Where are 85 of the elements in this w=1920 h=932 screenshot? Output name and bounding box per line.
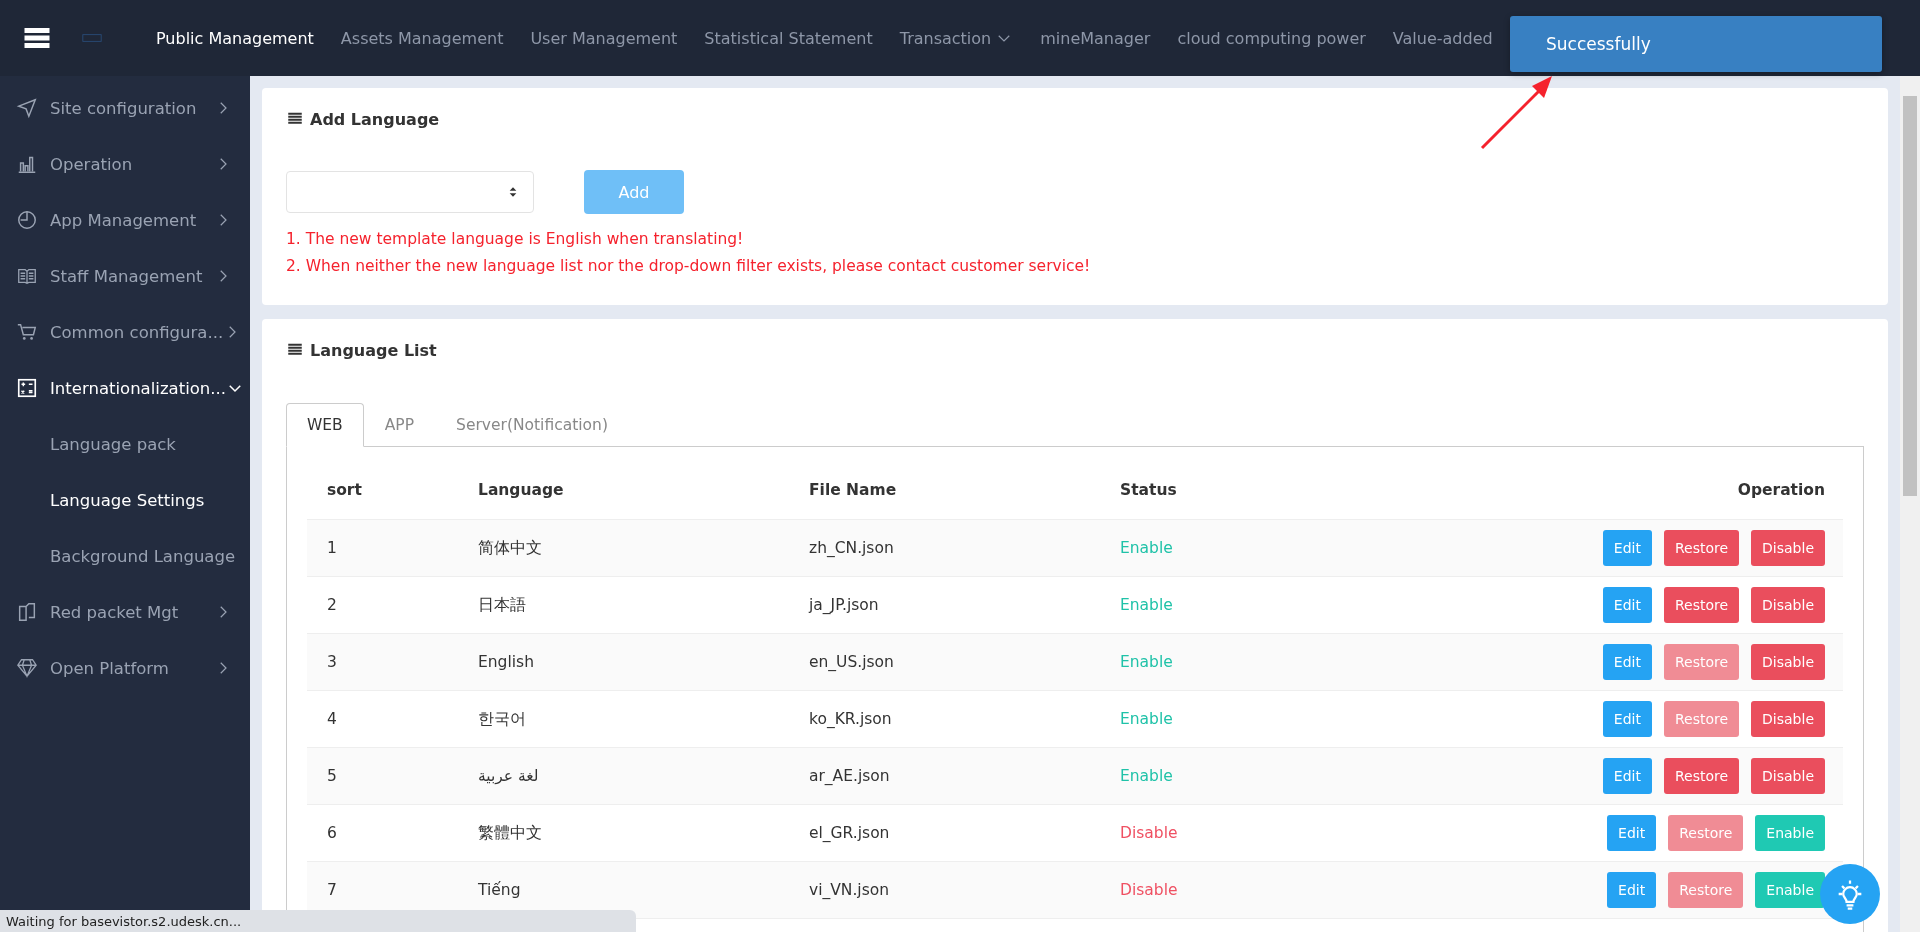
edit-button[interactable]: Edit xyxy=(1602,587,1652,623)
column-header: Operation xyxy=(1272,461,1843,520)
table-cell: English xyxy=(458,633,789,691)
table-cell: 4 xyxy=(307,690,458,748)
enable-button[interactable]: Enable xyxy=(1755,815,1825,851)
warning-note: 1. The new template language is English when translating! xyxy=(286,230,745,248)
add-button[interactable]: Add xyxy=(584,170,684,214)
sidebar-item[interactable]: App Management xyxy=(0,192,250,248)
section-title: Language List xyxy=(310,340,437,360)
restore-button[interactable]: Restore xyxy=(1663,758,1740,794)
disable-button[interactable]: Disable xyxy=(1751,587,1825,623)
edit-button[interactable]: Edit xyxy=(1602,644,1652,680)
sidebar-subitem[interactable]: Background Language xyxy=(0,528,250,584)
nav-link[interactable]: Public Management xyxy=(156,28,314,48)
table-cell: zh_CN.json xyxy=(789,519,1100,577)
table-cell: 한국어 xyxy=(458,690,789,748)
restore-button[interactable]: Restore xyxy=(1663,530,1740,566)
status-text: Enable xyxy=(1100,519,1273,577)
sidebar-item[interactable]: Red packet Mgt xyxy=(0,584,250,640)
edit-button[interactable]: Edit xyxy=(1602,530,1652,566)
disable-button[interactable]: Disable xyxy=(1751,701,1825,737)
table-cell: ko_KR.json xyxy=(789,690,1100,748)
sidebar-item[interactable]: Open Platform xyxy=(0,640,250,696)
edit-button[interactable]: Edit xyxy=(1602,758,1652,794)
edit-button[interactable]: Edit xyxy=(1602,701,1652,737)
nav-link[interactable]: mineManager xyxy=(1040,28,1151,48)
table-cell: en_US.json xyxy=(789,633,1100,691)
nav-link[interactable]: cloud computing power xyxy=(1177,28,1366,48)
edit-button[interactable]: Edit xyxy=(1607,815,1657,851)
scrollbar[interactable] xyxy=(1900,76,1920,932)
disable-button[interactable]: Disable xyxy=(1751,530,1825,566)
cart-icon xyxy=(16,321,38,343)
enable-button[interactable]: Enable xyxy=(1755,872,1825,908)
send-icon xyxy=(16,97,38,119)
table-cell: 5 xyxy=(307,747,458,805)
disable-button[interactable]: Disable xyxy=(1751,644,1825,680)
sidebar-subitem[interactable]: Language pack xyxy=(0,416,250,472)
sidebar-item[interactable]: Site configuration xyxy=(0,80,250,136)
sidebar-item[interactable]: Common configura... xyxy=(0,304,250,360)
nav-link[interactable]: Value-added xyxy=(1392,28,1493,48)
sidebar-item[interactable]: Internationalization... xyxy=(0,360,250,416)
column-header: sort xyxy=(307,461,458,520)
sidebar-subitem[interactable]: Language Settings xyxy=(0,472,250,528)
nav-link[interactable]: Transaction xyxy=(899,28,1014,48)
edit-button[interactable]: Edit xyxy=(1607,872,1657,908)
calculator-icon xyxy=(16,377,38,399)
diamond-icon xyxy=(16,657,38,679)
warning-note: 2. When neither the new language list nor the drop-down filter exists, please contact customer service! xyxy=(286,257,1092,275)
table-cell: ar_AE.json xyxy=(789,747,1100,805)
status-text: Enable xyxy=(1100,633,1273,691)
table-cell: 简体中文 xyxy=(458,519,789,577)
status-text: Disable xyxy=(1100,861,1273,919)
section-title: Add Language xyxy=(310,109,440,129)
status-text: Enable xyxy=(1100,576,1273,634)
restore-button[interactable]: Restore xyxy=(1663,587,1740,623)
table-cell: 3 xyxy=(307,633,458,691)
language-select[interactable] xyxy=(286,171,534,213)
sidebar-item[interactable]: Operation xyxy=(0,136,250,192)
column-header: Status xyxy=(1100,461,1273,520)
column-header: File Name xyxy=(789,461,1100,520)
column-header: Language xyxy=(458,461,789,520)
sidebar-item[interactable]: Staff Management xyxy=(0,248,250,304)
clock-icon xyxy=(16,209,38,231)
nav-link[interactable]: Assets Management xyxy=(340,28,504,48)
table-cell: el_GR.json xyxy=(789,804,1100,862)
status-text: Disable xyxy=(1100,804,1273,862)
tab[interactable]: WEB xyxy=(286,403,364,447)
disable-button[interactable]: Disable xyxy=(1751,758,1825,794)
table-cell: 1 xyxy=(307,519,458,577)
table-cell: vi_VN.json xyxy=(789,861,1100,919)
table-cell: 6 xyxy=(307,804,458,862)
nav-link[interactable]: Statistical Statement xyxy=(704,28,873,48)
nav-link[interactable]: User Management xyxy=(530,28,678,48)
success-toast: Successfully xyxy=(1510,16,1882,72)
tab[interactable]: APP xyxy=(363,403,436,447)
tab[interactable]: Server(Notification) xyxy=(435,403,629,447)
status-text: Enable xyxy=(1100,747,1273,805)
browser-status-text: Waiting for basevistor.s2.udesk.cn... xyxy=(0,910,636,932)
table-cell: 日本語 xyxy=(458,576,789,634)
status-text: Enable xyxy=(1100,690,1273,748)
table-cell: لغة عربية xyxy=(458,747,789,805)
table-cell: 2 xyxy=(307,576,458,634)
table-cell: ja_JP.json xyxy=(789,576,1100,634)
table-cell: 繁體中文 xyxy=(458,804,789,862)
document-icon xyxy=(16,601,38,623)
